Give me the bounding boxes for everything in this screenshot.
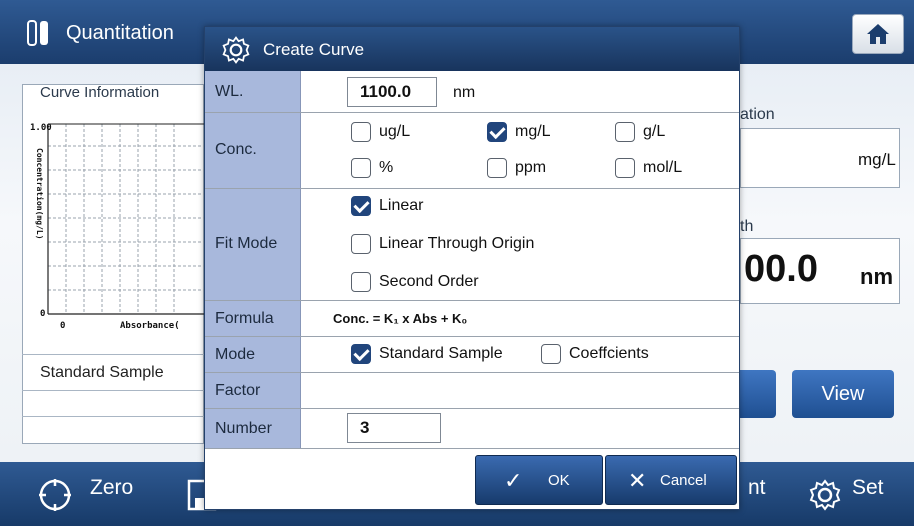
home-icon <box>867 24 889 44</box>
option-label: ppm <box>515 159 547 176</box>
checkbox[interactable] <box>351 158 371 178</box>
checkbox-checked[interactable] <box>351 344 371 364</box>
divider <box>22 354 204 355</box>
mode-label: Mode <box>215 346 256 363</box>
mode-label-cell: Mode <box>205 337 301 372</box>
chart-x-axis-label: Absorbance( <box>120 321 180 331</box>
formula-label-cell: Formula <box>205 301 301 336</box>
create-curve-dialog: Create Curve WL. 1100.0 nm Conc. ug/L mg… <box>204 26 740 510</box>
mode-row: Mode Standard Sample Coeffcients <box>205 337 739 373</box>
factor-label: Factor <box>215 382 261 399</box>
dialog-title: Create Curve <box>263 40 365 59</box>
unit-value: mg/L <box>858 150 896 169</box>
wl-label-cell: WL. <box>205 71 301 112</box>
curve-mode-value: Standard Sample <box>40 364 164 381</box>
curve-chart: 1.00 Concentration(mg/L) 0 0 Absorbance( <box>30 123 204 331</box>
dialog-buttons: ✓ OK ✕ Cancel <box>475 455 737 505</box>
checkbox[interactable] <box>351 234 371 254</box>
ok-label: OK <box>548 472 570 489</box>
option-label: Linear Through Origin <box>379 235 535 252</box>
ok-button[interactable]: ✓ OK <box>475 455 603 505</box>
option-label: Coeffcients <box>569 345 649 362</box>
app-title: Quantitation <box>66 22 174 44</box>
checkbox[interactable] <box>351 122 371 142</box>
conc-row: Conc. ug/L mg/L g/L % ppm mol/L <box>205 113 739 189</box>
checkbox[interactable] <box>541 344 561 364</box>
option-label: Second Order <box>379 273 479 290</box>
view-button[interactable]: View <box>792 370 894 418</box>
print-button-fragment[interactable]: nt <box>748 476 766 500</box>
option-label: ug/L <box>379 123 411 140</box>
number-input[interactable]: 3 <box>347 413 441 443</box>
option-label: g/L <box>643 123 666 140</box>
wavelength-unit: nm <box>860 264 893 289</box>
dialog-title-bar: Create Curve <box>205 27 739 71</box>
close-icon: ✕ <box>628 468 647 493</box>
chart-y-min: 0 <box>40 309 45 319</box>
checkbox[interactable] <box>615 122 635 142</box>
option-label: Standard Sample <box>379 345 503 362</box>
cancel-label: Cancel <box>660 472 707 489</box>
wl-unit: nm <box>453 84 476 101</box>
divider <box>22 390 204 391</box>
wavelength-heading-fragment: th <box>740 218 754 235</box>
hidden-button-fragment[interactable] <box>740 370 776 418</box>
option-label: mol/L <box>643 159 683 176</box>
checkbox[interactable] <box>487 158 507 178</box>
set-button[interactable]: Set <box>852 476 884 500</box>
wavelength-input[interactable]: 1100.0 <box>347 77 437 107</box>
option-label: Linear <box>379 197 424 214</box>
cancel-button[interactable]: ✕ Cancel <box>605 455 737 505</box>
option-label: % <box>379 159 394 176</box>
curve-info-heading: Curve Information <box>40 84 160 101</box>
option-label: mg/L <box>515 123 551 140</box>
zero-button[interactable]: Zero <box>90 476 133 500</box>
chart-x-min: 0 <box>60 321 65 331</box>
fit-mode-label: Fit Mode <box>215 235 278 252</box>
checkbox-checked[interactable] <box>487 122 507 142</box>
number-label: Number <box>215 420 272 437</box>
checkbox[interactable] <box>615 158 635 178</box>
zero-icon <box>39 479 71 511</box>
settings-gear-icon <box>809 479 841 511</box>
settings-gear-icon <box>222 36 250 64</box>
chart-y-max: 1.00 <box>30 123 52 133</box>
factor-label-cell: Factor <box>205 373 301 408</box>
formula-row: Formula Conc. = K₁ x Abs + K₀ <box>205 301 739 337</box>
calculation-heading-fragment: ation <box>740 106 775 123</box>
formula-label: Formula <box>215 310 274 327</box>
number-row: Number 3 <box>205 409 739 449</box>
divider <box>22 416 204 417</box>
fit-mode-label-cell: Fit Mode <box>205 189 301 300</box>
conc-label-cell: Conc. <box>205 113 301 188</box>
check-icon: ✓ <box>504 468 523 493</box>
wl-label: WL. <box>215 83 244 100</box>
wavelength-value: 00.0 <box>744 248 818 290</box>
conc-label: Conc. <box>215 141 257 158</box>
number-label-cell: Number <box>205 409 301 448</box>
formula-value: Conc. = K₁ x Abs + K₀ <box>333 311 468 326</box>
home-button[interactable] <box>852 14 904 54</box>
fit-mode-row: Fit Mode Linear Linear Through Origin Se… <box>205 189 739 301</box>
wl-row: WL. 1100.0 nm <box>205 71 739 113</box>
factor-row: Factor <box>205 373 739 409</box>
checkbox-checked[interactable] <box>351 196 371 216</box>
test-tube-icon <box>27 20 48 46</box>
checkbox[interactable] <box>351 272 371 292</box>
chart-y-axis-label: Concentration(mg/L) <box>35 148 45 240</box>
